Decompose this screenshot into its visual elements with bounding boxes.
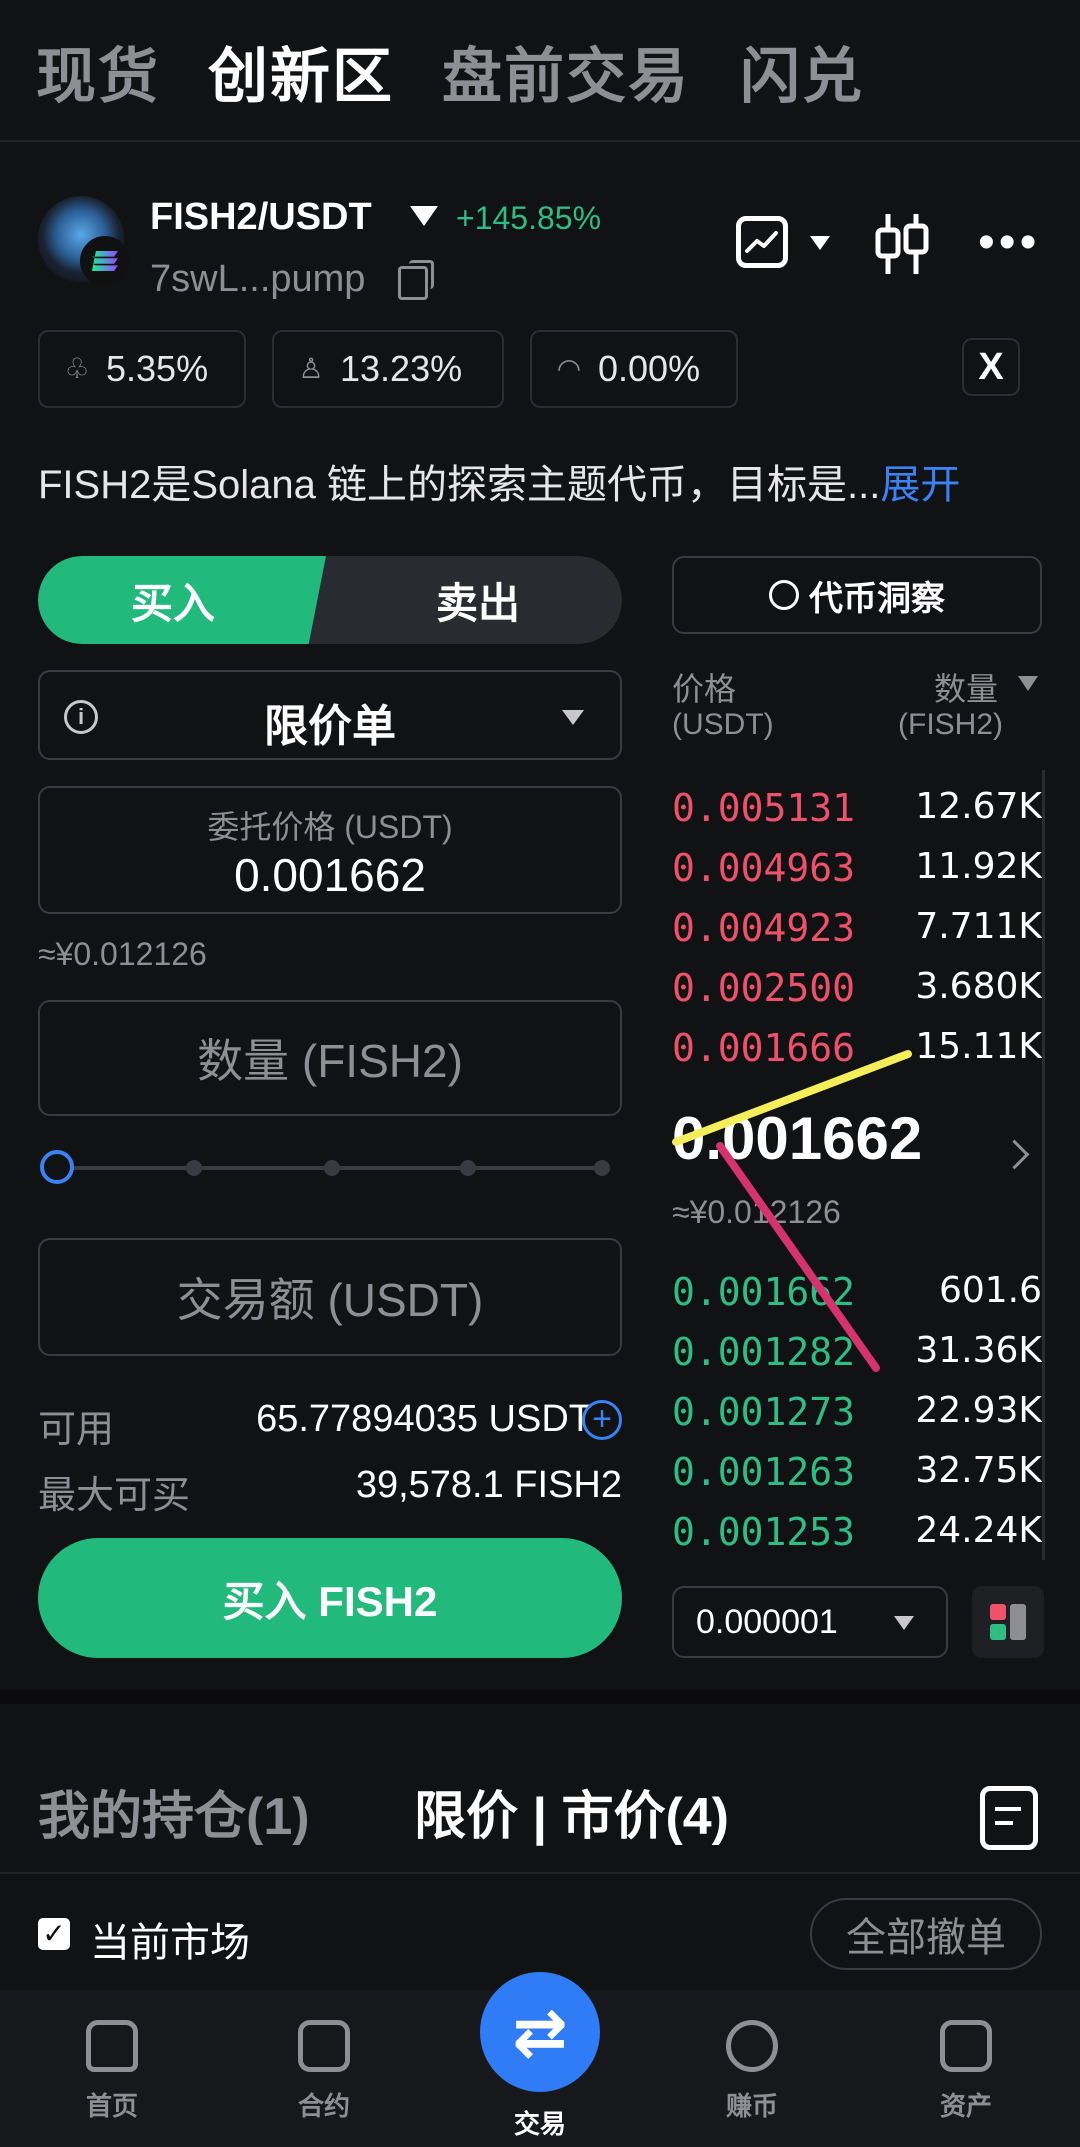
order-type-label: 限价单	[264, 702, 396, 751]
bid-row[interactable]: 0.001263 32.75K	[672, 1442, 1042, 1502]
price-input[interactable]: 委托价格 (USDT) 0.001662	[38, 786, 622, 914]
home-icon	[86, 2020, 138, 2072]
chart-icon[interactable]	[736, 216, 788, 268]
swap-icon: ⇄	[480, 1972, 600, 2092]
x-social-icon[interactable]: X	[962, 338, 1020, 396]
price-cny-approx: ≈¥0.012126	[38, 936, 207, 972]
depth-step-select[interactable]: 0.000001	[672, 1586, 948, 1658]
ob-qty-header[interactable]: 数量	[934, 664, 998, 710]
whale-icon: ♧	[64, 353, 90, 384]
expand-link[interactable]: 展开	[880, 463, 960, 507]
ob-price-unit: (USDT)	[672, 708, 774, 741]
chevron-down-icon	[894, 1616, 914, 1630]
token-logo	[38, 196, 130, 286]
pair-selector[interactable]: FISH2/USDT	[150, 196, 372, 239]
stat-chip-holder[interactable]: ♧ 5.35%	[38, 330, 246, 408]
tabbar-earn[interactable]: 赚币	[692, 2020, 812, 2123]
ask-row[interactable]: 0.005131 12.67K	[672, 778, 1042, 838]
qty-unit-caret-icon[interactable]	[1018, 676, 1038, 691]
buy-submit-button[interactable]: 买入 FISH2	[38, 1538, 622, 1658]
slider-step-25[interactable]	[186, 1160, 202, 1176]
buy-tab[interactable]: 买入	[38, 556, 326, 644]
ob-qty-unit: (FISH2)	[898, 708, 1003, 741]
rat-icon: ◠	[556, 353, 582, 384]
ask-row[interactable]: 0.002500 3.680K	[672, 958, 1042, 1018]
tab-open-orders[interactable]: 限价 | 市价(4)	[414, 1774, 729, 1849]
more-icon[interactable]: •••	[978, 219, 1040, 267]
tab-convert[interactable]: 闪兑	[740, 28, 864, 115]
max-buy-label: 最大可买	[38, 1475, 191, 1517]
tabbar-assets[interactable]: 资产	[906, 2020, 1026, 2123]
slider-step-100[interactable]	[594, 1160, 610, 1176]
tabbar-trade[interactable]: ⇄ 交易	[480, 1972, 600, 2141]
order-history-icon[interactable]	[980, 1786, 1038, 1850]
ask-row[interactable]: 0.004963 11.92K	[672, 838, 1042, 898]
available-value: 65.77894035 USDT	[256, 1398, 592, 1440]
orders-tabs: 我的持仓(1) 限价 | 市价(4)	[0, 1704, 1080, 1874]
current-market-checkbox[interactable]: ✓	[38, 1918, 70, 1950]
copy-icon[interactable]	[398, 260, 434, 300]
divider	[0, 1872, 1080, 1874]
slider-handle[interactable]	[40, 1150, 74, 1184]
tab-positions[interactable]: 我的持仓(1)	[38, 1774, 310, 1849]
buy-sell-toggle: 买入 卖出	[38, 556, 622, 644]
price-input-label: 委托价格 (USDT)	[207, 809, 453, 845]
slider-step-50[interactable]	[324, 1160, 340, 1176]
chevron-right-icon[interactable]	[999, 1139, 1030, 1170]
tab-innovation[interactable]: 创新区	[208, 28, 394, 115]
bid-row[interactable]: 0.001273 22.93K	[672, 1382, 1042, 1442]
tabbar-futures[interactable]: 合约	[264, 2020, 384, 2123]
quantity-input[interactable]: 数量 (FISH2)	[38, 1000, 622, 1116]
users-icon: ♙	[298, 353, 324, 384]
bottom-tab-bar: 首页 合约 ⇄ 交易 赚币 资产	[0, 1972, 1080, 2147]
token-description: FISH2是Solana 链上的探索主题代币，目标是...展开	[38, 463, 961, 507]
stat-value: 5.35%	[106, 348, 209, 389]
bid-row[interactable]: 0.001253 24.24K	[672, 1502, 1042, 1562]
deposit-plus-icon[interactable]: +	[582, 1400, 622, 1440]
wallet-icon	[940, 2020, 992, 2072]
bid-row[interactable]: 0.001662 601.6	[672, 1262, 1042, 1322]
chart-caret-icon[interactable]	[810, 236, 830, 250]
price-input-value[interactable]: 0.001662	[40, 848, 620, 902]
depth-step-value: 0.000001	[696, 1602, 838, 1641]
insight-label: 代币洞察	[809, 579, 945, 618]
stat-chip-users[interactable]: ♙ 13.23%	[272, 330, 504, 408]
tabbar-home[interactable]: 首页	[52, 2020, 172, 2123]
stat-value: 13.23%	[340, 348, 463, 389]
ob-price-header: 价格	[672, 671, 737, 707]
solana-chain-icon	[80, 236, 130, 286]
ask-row[interactable]: 0.001666 15.11K	[672, 1018, 1042, 1078]
tab-spot[interactable]: 现货	[36, 28, 160, 115]
bid-row[interactable]: 0.001282 31.36K	[672, 1322, 1042, 1382]
amount-slider[interactable]	[40, 1150, 612, 1186]
stat-chip-rat[interactable]: ◠ 0.00%	[530, 330, 738, 408]
ask-row[interactable]: 0.004923 7.711K	[672, 898, 1042, 958]
earn-icon	[726, 2020, 778, 2072]
current-market-label[interactable]: 当前市场	[90, 1910, 250, 1968]
amount-input[interactable]: 交易额 (USDT)	[38, 1238, 622, 1356]
orderbook-layout-icon[interactable]	[972, 1586, 1044, 1658]
chevron-down-icon	[562, 710, 584, 725]
futures-icon	[298, 2020, 350, 2072]
insight-icon	[769, 580, 799, 610]
max-buy-value: 39,578.1 FISH2	[355, 1464, 622, 1506]
last-price-cny: ≈¥0.012126	[672, 1194, 841, 1230]
section-divider	[0, 1690, 1080, 1704]
candlestick-icon[interactable]	[872, 212, 932, 281]
caret-down-icon[interactable]	[410, 206, 438, 226]
contract-address: 7swL...pump	[150, 258, 366, 300]
last-price[interactable]: 0.001662	[672, 1104, 922, 1173]
sell-tab[interactable]: 卖出	[334, 556, 622, 644]
orderbook-scrollbar[interactable]	[1042, 770, 1045, 1560]
available-label: 可用	[38, 1409, 115, 1451]
cancel-all-button[interactable]: 全部撤单	[810, 1898, 1042, 1970]
stat-value: 0.00%	[598, 348, 701, 389]
token-insight-button[interactable]: 代币洞察	[672, 556, 1042, 634]
tab-premarket[interactable]: 盘前交易	[442, 28, 690, 115]
market-type-tabs: 现货 创新区 盘前交易 闪兑	[0, 0, 1080, 142]
slider-step-75[interactable]	[460, 1160, 476, 1176]
price-change: +145.85%	[456, 200, 602, 236]
order-type-select[interactable]: i 限价单	[38, 670, 622, 760]
